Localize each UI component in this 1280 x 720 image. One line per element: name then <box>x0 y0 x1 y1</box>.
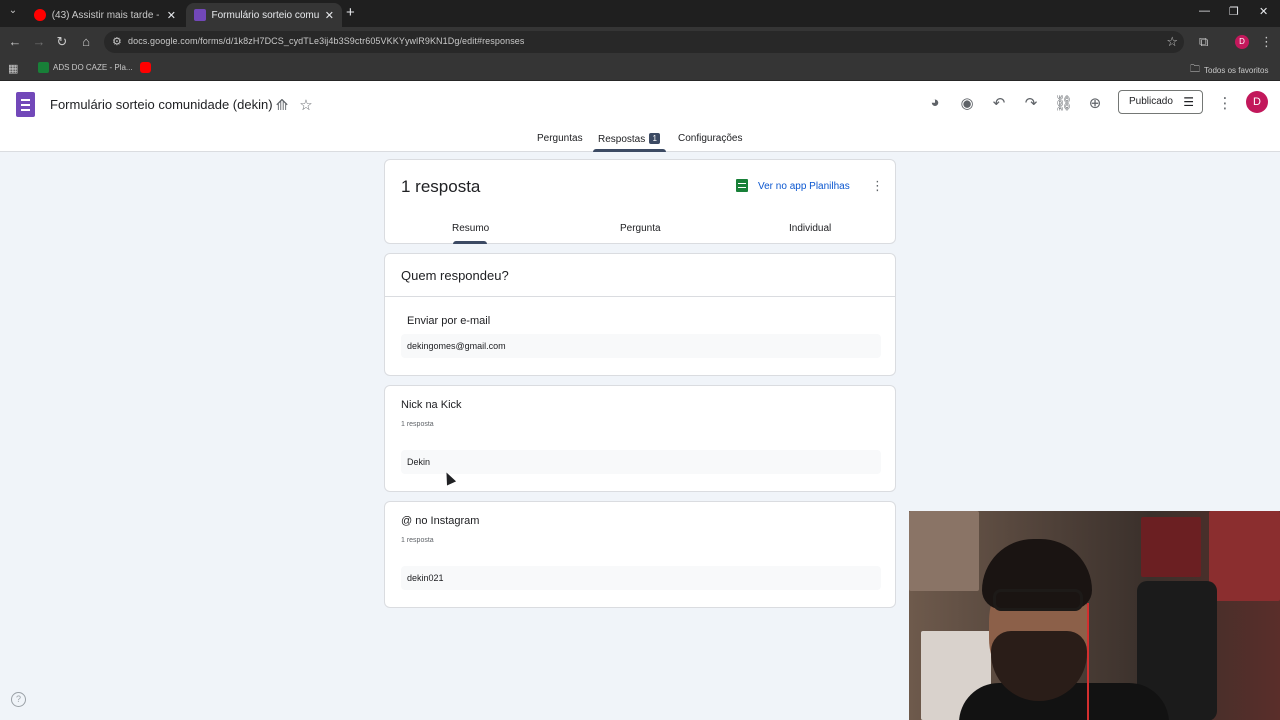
bookmark-star-icon[interactable]: ☆ <box>1166 34 1178 50</box>
divider <box>385 296 895 297</box>
responses-count-badge: 1 <box>649 133 661 144</box>
question-answer: Dekin <box>401 450 881 474</box>
tab-forms[interactable]: Formulário sorteio comunidade ✕ <box>186 3 342 27</box>
question-title: @ no Instagram <box>401 515 480 527</box>
tab-responses[interactable]: Respostas 1 <box>598 133 661 145</box>
email-field-label: Enviar por e-mail <box>407 315 491 327</box>
webcam-overlay <box>909 511 1280 720</box>
browser-tab-strip: ⌄ (43) Assistir mais tarde - YouTube ✕ F… <box>0 0 1280 27</box>
reload-icon[interactable]: ↻ <box>54 34 70 50</box>
help-icon[interactable]: ? <box>11 692 26 707</box>
earphone-wire <box>1087 603 1089 720</box>
bookmark-label: ADS DO CAZE - Pla... <box>53 63 133 72</box>
forms-logo-icon[interactable] <box>16 92 35 117</box>
view-in-sheets-link[interactable]: Ver no app Planilhas <box>758 181 850 192</box>
all-bookmarks-label: Todos os favoritos <box>1204 66 1269 75</box>
tab-responses-label: Respostas <box>598 134 646 145</box>
question-card: @ no Instagram 1 resposta dekin021 <box>384 501 896 608</box>
question-card: Nick na Kick 1 resposta Dekin <box>384 385 896 492</box>
sheets-icon[interactable] <box>736 179 748 192</box>
question-title: Nick na Kick <box>401 399 462 411</box>
undo-icon[interactable]: ↶ <box>990 94 1008 112</box>
response-count: 1 resposta <box>401 177 481 196</box>
who-responded-title: Quem respondeu? <box>401 268 509 283</box>
subtab-individual[interactable]: Individual <box>789 223 831 234</box>
star-icon[interactable]: ☆ <box>297 96 315 114</box>
form-title[interactable]: Formulário sorteio comunidade (dekin) <box>50 97 273 112</box>
redo-icon[interactable]: ↷ <box>1022 94 1040 112</box>
bookmarks-bar: ▦ ADS DO CAZE - Pla... 🗀 Todos os favori… <box>0 57 1280 81</box>
forms-favicon-icon <box>194 9 206 21</box>
tune-icon: ☰ <box>1183 95 1194 109</box>
tab-settings[interactable]: Configurações <box>678 133 742 144</box>
poster-image <box>1141 517 1201 577</box>
tab-title: Formulário sorteio comunidade <box>211 9 319 21</box>
tab-questions[interactable]: Perguntas <box>537 133 583 144</box>
active-tab-indicator <box>593 149 666 152</box>
add-collaborator-icon[interactable]: ⊕ <box>1086 94 1104 112</box>
apps-grid-icon[interactable]: ▦ <box>8 62 18 75</box>
account-avatar[interactable]: D <box>1246 91 1268 113</box>
browser-toolbar: ← → ↻ ⌂ ⚙ docs.google.com/forms/d/1k8zH7… <box>0 27 1280 57</box>
url-text: docs.google.com/forms/d/1k8zH7DCS_cydTLe… <box>128 36 525 46</box>
move-to-drive-icon[interactable]: ⟰ <box>273 96 291 114</box>
poster-image <box>909 511 979 591</box>
poster-image <box>1209 511 1280 601</box>
home-icon[interactable]: ⌂ <box>78 34 94 49</box>
site-info-icon[interactable]: ⚙ <box>112 35 122 48</box>
published-button[interactable]: Publicado ☰ <box>1118 90 1203 114</box>
published-label: Publicado <box>1129 96 1173 107</box>
more-options-icon[interactable]: ⋮ <box>871 178 884 194</box>
tab-title: (43) Assistir mais tarde - YouTube <box>51 9 161 21</box>
question-response-count: 1 resposta <box>401 421 434 428</box>
email-response: dekingomes@gmail.com <box>401 334 881 358</box>
close-window-icon[interactable]: ✕ <box>1259 5 1268 18</box>
sheets-icon <box>38 62 49 73</box>
preview-eye-icon[interactable]: ◉ <box>958 94 976 112</box>
active-subtab-indicator <box>453 241 487 244</box>
browser-menu-icon[interactable]: ⋮ <box>1260 34 1273 50</box>
bookmark-youtube[interactable] <box>140 62 155 73</box>
forward-icon[interactable]: → <box>31 34 47 49</box>
extensions-icon[interactable]: ⧉ <box>1199 34 1208 50</box>
question-answer: dekin021 <box>401 566 881 590</box>
close-tab-icon[interactable]: ✕ <box>167 9 176 22</box>
palette-icon[interactable]: ◕ <box>926 94 944 111</box>
person-glasses <box>993 589 1083 611</box>
question-response-count: 1 resposta <box>401 537 434 544</box>
address-bar[interactable]: ⚙ docs.google.com/forms/d/1k8zH7DCS_cydT… <box>104 31 1184 53</box>
bookmark-ads[interactable]: ADS DO CAZE - Pla... <box>38 62 133 73</box>
back-icon[interactable]: ← <box>7 34 23 49</box>
folder-icon: 🗀 <box>1190 64 1200 75</box>
tab-search-icon[interactable]: ⌄ <box>5 5 21 16</box>
forms-header: Formulário sorteio comunidade (dekin) ⟰ … <box>0 81 1280 152</box>
responses-summary-card: 1 resposta Ver no app Planilhas ⋮ Resumo… <box>384 159 896 244</box>
close-tab-icon[interactable]: ✕ <box>325 9 334 22</box>
youtube-icon <box>34 9 46 21</box>
all-bookmarks[interactable]: 🗀 Todos os favoritos <box>1190 62 1268 79</box>
link-icon[interactable]: ⛓ <box>1054 94 1073 112</box>
new-tab-icon[interactable]: + <box>346 4 355 21</box>
browser-profile-avatar[interactable]: D <box>1235 35 1249 49</box>
who-responded-card: Quem respondeu? Enviar por e-mail deking… <box>384 253 896 376</box>
subtab-summary[interactable]: Resumo <box>452 223 489 234</box>
more-options-icon[interactable]: ⋮ <box>1216 94 1234 112</box>
minimize-icon[interactable]: — <box>1199 5 1210 17</box>
youtube-icon <box>140 62 151 73</box>
restore-icon[interactable]: ❐ <box>1229 5 1239 18</box>
tab-youtube[interactable]: (43) Assistir mais tarde - YouTube ✕ <box>26 3 184 27</box>
subtab-question[interactable]: Pergunta <box>620 223 661 234</box>
